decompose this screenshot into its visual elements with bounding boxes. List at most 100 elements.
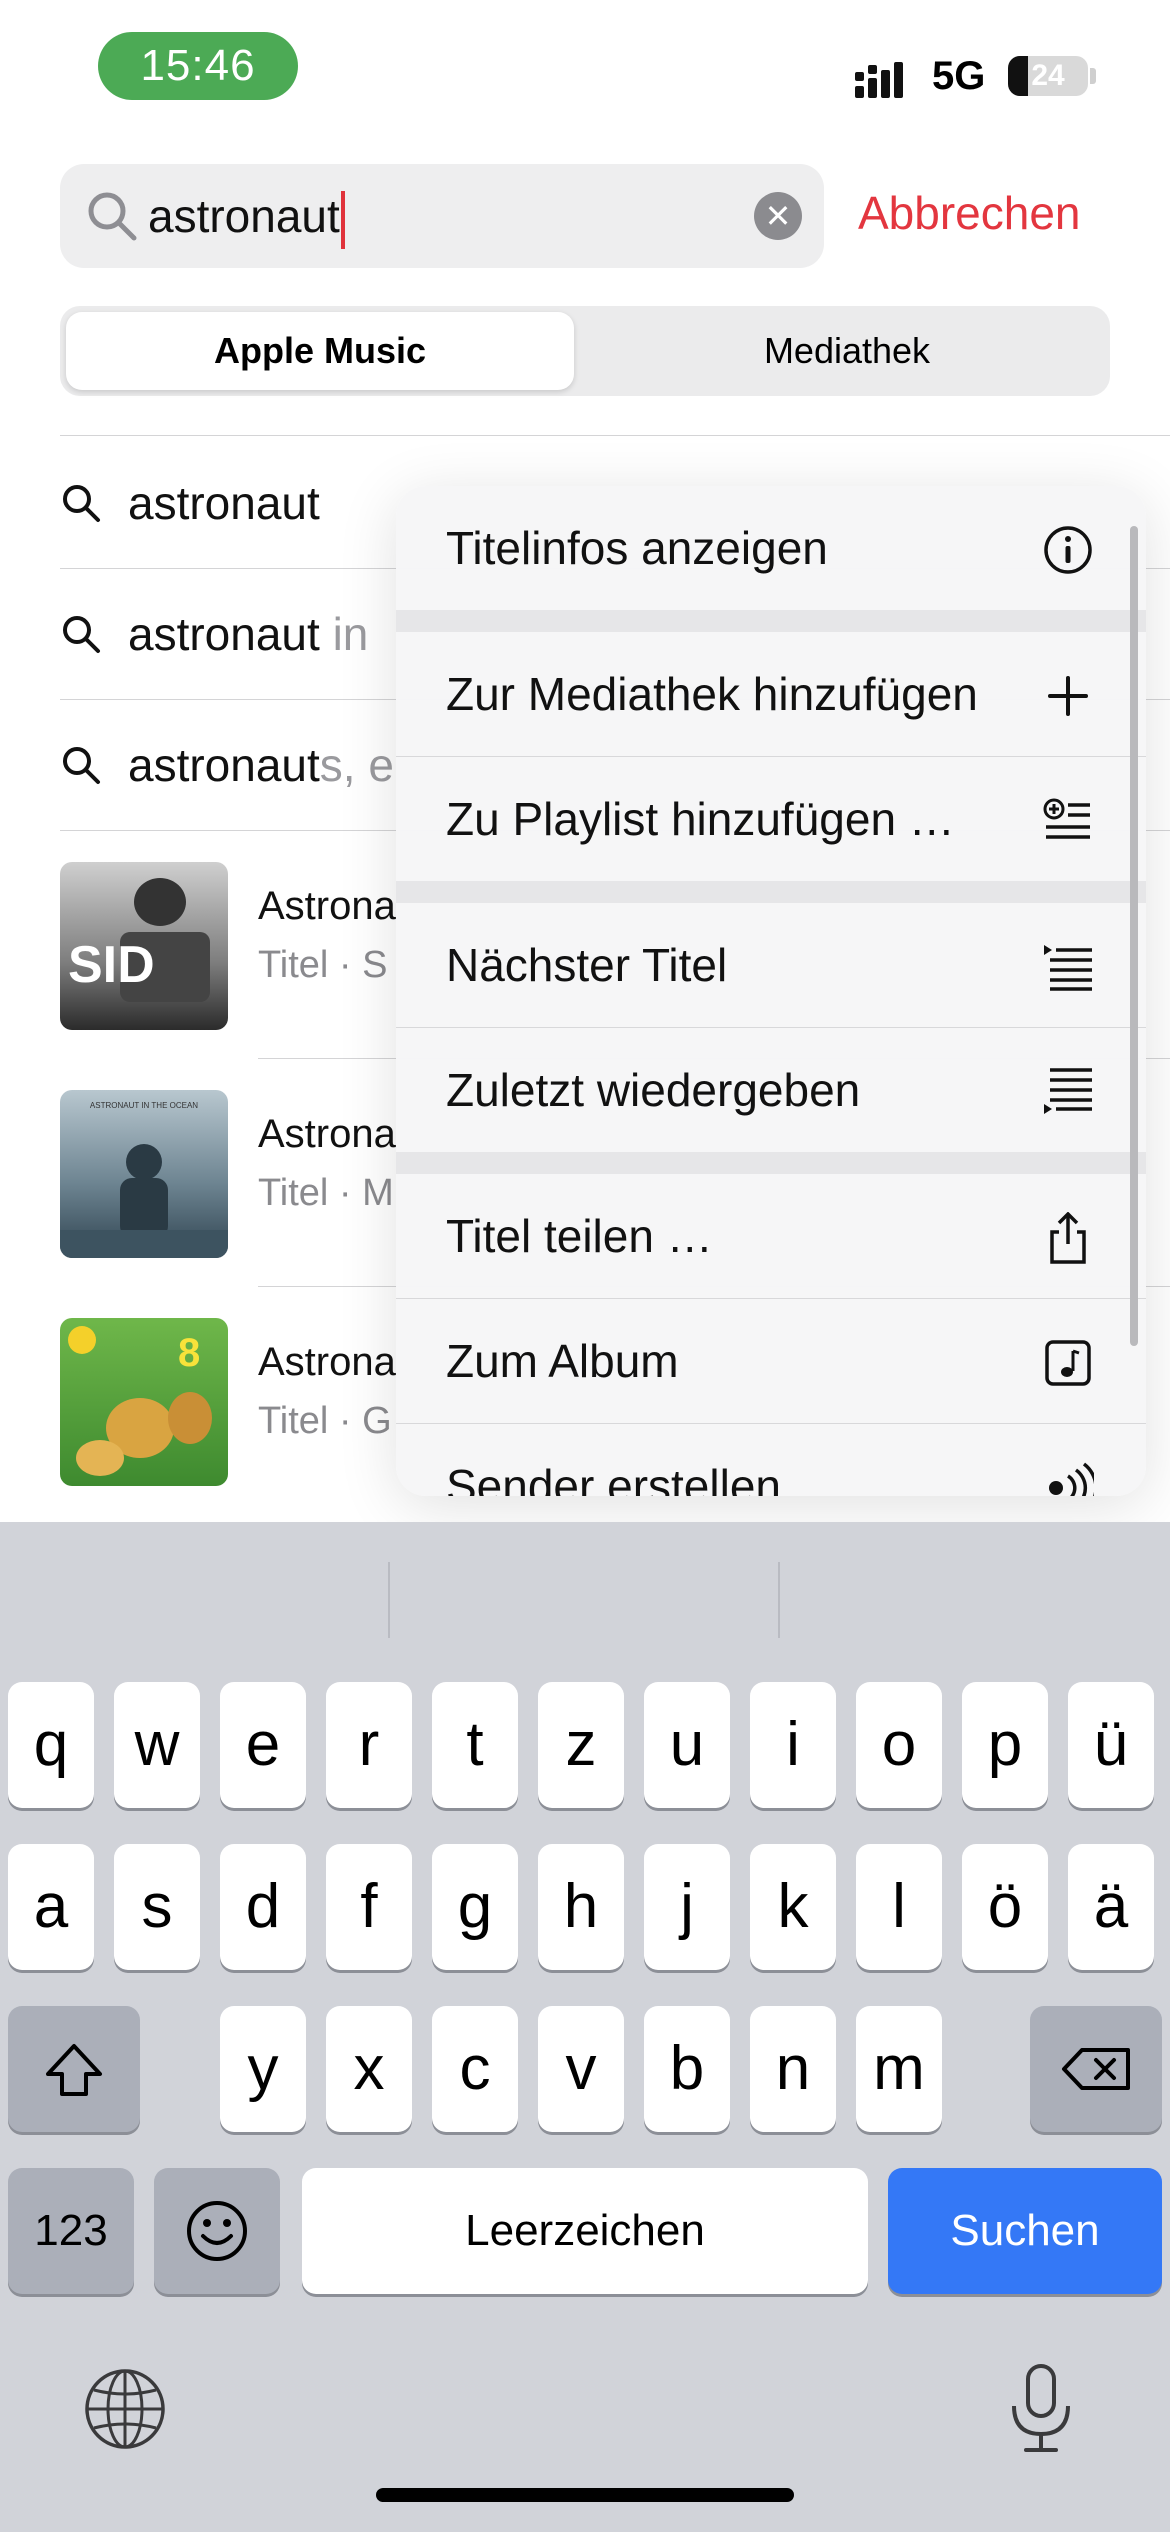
- svg-text:8: 8: [178, 1331, 200, 1375]
- menu-group-gap: [396, 610, 1146, 632]
- key-e[interactable]: e: [220, 1682, 306, 1808]
- key-o[interactable]: o: [856, 1682, 942, 1808]
- key-d[interactable]: d: [220, 1844, 306, 1970]
- segment-apple-music[interactable]: Apple Music: [66, 312, 574, 390]
- search-field[interactable]: astronaut ✕: [60, 164, 824, 268]
- key-p[interactable]: p: [962, 1682, 1048, 1808]
- menu-item-share-song[interactable]: Titel teilen …: [396, 1174, 1146, 1298]
- menu-item-label: Zum Album: [446, 1335, 679, 1387]
- menu-scrollbar[interactable]: [1130, 526, 1138, 1346]
- key-m[interactable]: m: [856, 2006, 942, 2132]
- menu-item-label: Zu Playlist hinzufügen …: [446, 793, 955, 845]
- network-type: 5G: [932, 54, 986, 98]
- shift-key[interactable]: [8, 2006, 140, 2132]
- key-t[interactable]: t: [432, 1682, 518, 1808]
- menu-item-create-station[interactable]: Sender erstellen: [396, 1424, 1146, 1496]
- backspace-icon: [1062, 2048, 1130, 2090]
- menu-item-add-to-library[interactable]: Zur Mediathek hinzufügen: [396, 632, 1146, 756]
- globe-icon[interactable]: [82, 2366, 168, 2452]
- divider: [60, 435, 1170, 436]
- text-caret: [340, 190, 345, 249]
- key-x[interactable]: x: [326, 2006, 412, 2132]
- battery-cap: [1090, 68, 1096, 84]
- menu-item-play-last[interactable]: Zuletzt wiedergeben: [396, 1028, 1146, 1152]
- key-n[interactable]: n: [750, 2006, 836, 2132]
- album-artwork: SID: [60, 862, 228, 1030]
- menu-group-gap: [396, 881, 1146, 903]
- clear-icon[interactable]: ✕: [754, 192, 802, 240]
- key-u[interactable]: u: [644, 1682, 730, 1808]
- play-next-icon: [1044, 945, 1092, 991]
- add-to-playlist-icon: [1043, 798, 1090, 839]
- key-v[interactable]: v: [538, 2006, 624, 2132]
- key-h[interactable]: h: [538, 1844, 624, 1970]
- key-j[interactable]: j: [644, 1844, 730, 1970]
- shift-icon: [46, 2044, 102, 2096]
- numbers-key[interactable]: 123: [8, 2168, 134, 2294]
- menu-item-label: Zur Mediathek hinzufügen: [446, 668, 978, 720]
- key-s[interactable]: s: [114, 1844, 200, 1970]
- key-f[interactable]: f: [326, 1844, 412, 1970]
- search-icon: [63, 616, 100, 653]
- search-return-key[interactable]: Suchen: [888, 2168, 1162, 2294]
- menu-group-gap: [396, 1152, 1146, 1174]
- menu-item-label: Sender erstellen: [446, 1460, 781, 1496]
- menu-item-song-info[interactable]: Titelinfos anzeigen: [396, 486, 1146, 610]
- scope-segmented-control: Apple Music Mediathek: [60, 306, 1110, 396]
- key-oe[interactable]: ö: [962, 1844, 1048, 1970]
- album-artwork: 8: [60, 1318, 228, 1486]
- key-y[interactable]: y: [220, 2006, 306, 2132]
- battery-icon: 24: [1008, 56, 1088, 96]
- signal-icon: [855, 62, 903, 98]
- song-subtitle: Titel · M: [258, 1172, 394, 1214]
- keyboard: q w e r t z u i o p ü a s d f g h j k l …: [0, 1522, 1170, 2532]
- prediction-divider: [778, 1562, 780, 1638]
- search-input[interactable]: astronaut: [148, 164, 345, 268]
- song-title: Astrona: [258, 884, 396, 928]
- delete-key[interactable]: [1030, 2006, 1162, 2132]
- menu-item-label: Nächster Titel: [446, 939, 728, 991]
- key-c[interactable]: c: [432, 2006, 518, 2132]
- emoji-icon: [187, 2201, 247, 2261]
- segment-mediathek[interactable]: Mediathek: [590, 312, 1104, 390]
- key-b[interactable]: b: [644, 2006, 730, 2132]
- suggestion-text: astronaut in: [128, 608, 369, 660]
- key-i[interactable]: i: [750, 1682, 836, 1808]
- share-icon: [1050, 1212, 1086, 1264]
- album-icon: [1045, 1340, 1091, 1386]
- plus-icon: [1048, 676, 1088, 716]
- home-indicator[interactable]: [376, 2488, 794, 2502]
- search-icon: [88, 192, 137, 241]
- microphone-icon[interactable]: [1004, 2362, 1078, 2456]
- key-ue[interactable]: ü: [1068, 1682, 1154, 1808]
- menu-item-label: Zuletzt wiedergeben: [446, 1064, 861, 1116]
- key-w[interactable]: w: [114, 1682, 200, 1808]
- menu-item-play-next[interactable]: Nächster Titel: [396, 903, 1146, 1027]
- menu-item-add-to-playlist[interactable]: Zu Playlist hinzufügen …: [396, 757, 1146, 881]
- status-time[interactable]: 15:46: [98, 32, 298, 100]
- suggestion-text: astronaut: [128, 477, 320, 529]
- song-subtitle: Titel · G: [258, 1400, 392, 1442]
- album-artwork: ASTRONAUT IN THE OCEAN: [60, 1090, 228, 1258]
- key-a[interactable]: a: [8, 1844, 94, 1970]
- menu-item-go-to-album[interactable]: Zum Album: [396, 1299, 1146, 1423]
- key-r[interactable]: r: [326, 1682, 412, 1808]
- cancel-button[interactable]: Abbrechen: [858, 186, 1081, 240]
- search-icon: [63, 485, 100, 522]
- song-title: Astrona: [258, 1112, 396, 1156]
- key-k[interactable]: k: [750, 1844, 836, 1970]
- key-ae[interactable]: ä: [1068, 1844, 1154, 1970]
- space-key[interactable]: Leerzeichen: [302, 2168, 868, 2294]
- suggestion-text: astronauts, e: [128, 739, 394, 791]
- search-icon: [63, 747, 100, 784]
- emoji-key[interactable]: [154, 2168, 280, 2294]
- status-bar: 15:46 5G 24: [0, 0, 1170, 140]
- prediction-divider: [388, 1562, 390, 1638]
- key-l[interactable]: l: [856, 1844, 942, 1970]
- key-z[interactable]: z: [538, 1682, 624, 1808]
- menu-item-label: Titel teilen …: [446, 1210, 713, 1262]
- context-menu: Titelinfos anzeigen Zur Mediathek hinzuf…: [396, 486, 1146, 1496]
- key-g[interactable]: g: [432, 1844, 518, 1970]
- svg-text:ASTRONAUT IN THE OCEAN: ASTRONAUT IN THE OCEAN: [90, 1101, 198, 1110]
- key-q[interactable]: q: [8, 1682, 94, 1808]
